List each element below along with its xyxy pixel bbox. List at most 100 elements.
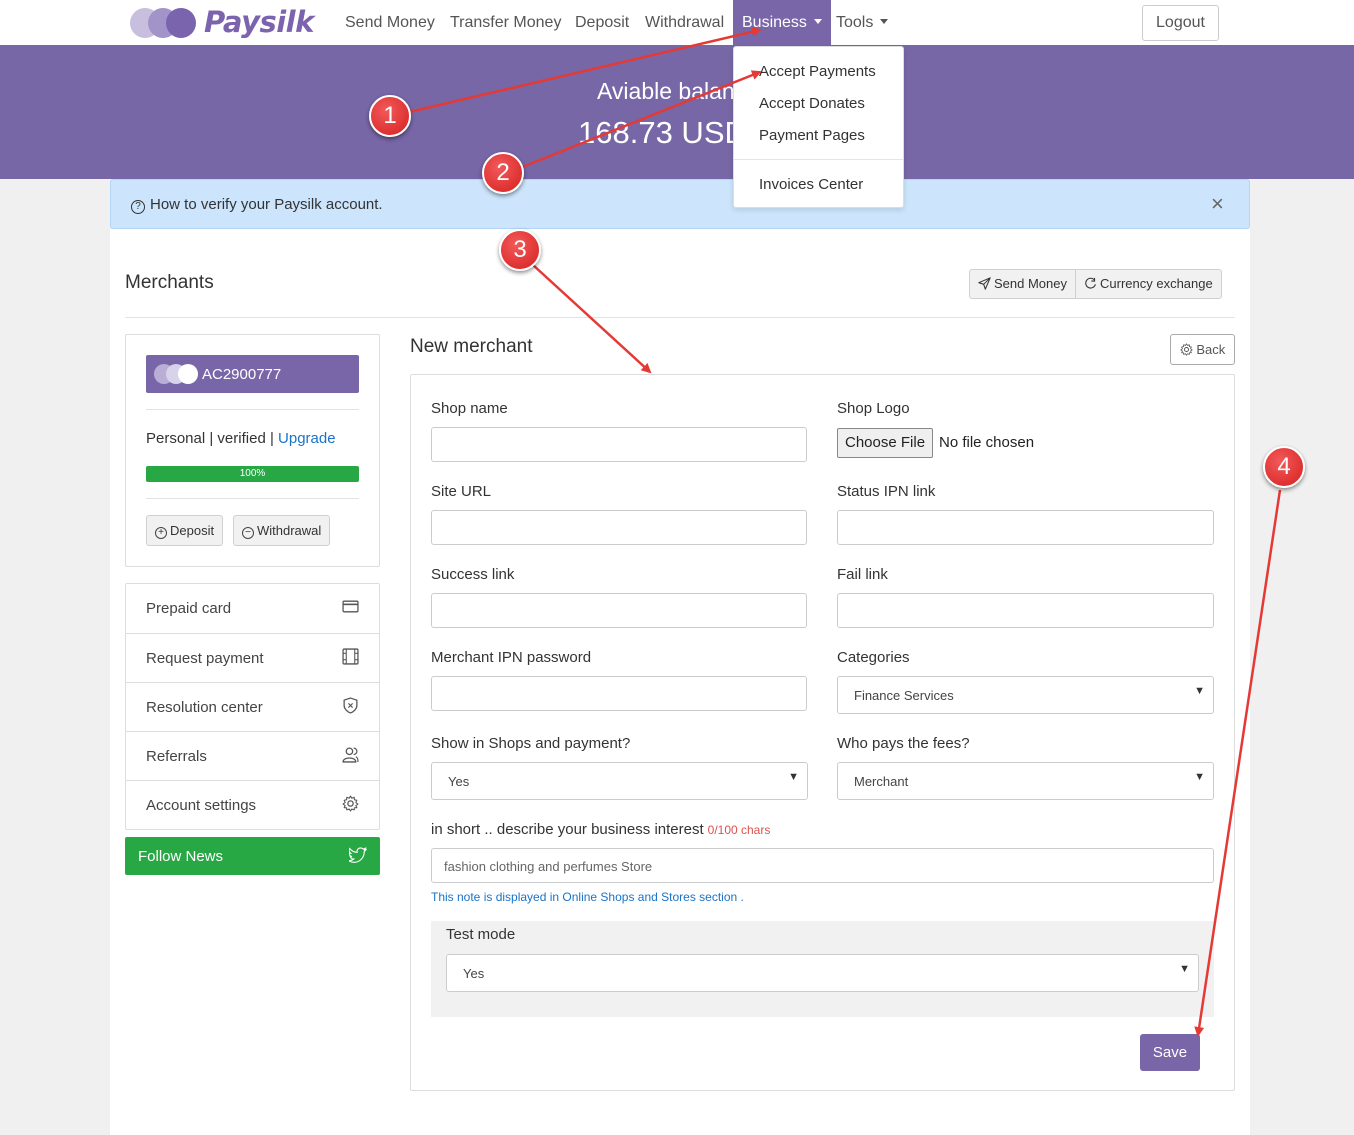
nav-withdrawal[interactable]: Withdrawal [645,0,724,45]
page-title: Merchants [125,272,214,293]
ipn-password-input[interactable] [431,676,807,711]
annotation-marker-3: 3 [499,229,541,271]
no-file-chosen-text: No file chosen [939,434,1035,451]
balance-amount: 168.73 USD [578,115,747,150]
nav-transfer-money[interactable]: Transfer Money [450,0,561,45]
logo-text: Paysilk [204,5,314,39]
balance-banner: Aviable balance 168.73 USD [0,45,1354,179]
show-in-shops-select[interactable]: Yes ▼ [431,762,808,800]
success-link-input[interactable] [431,593,807,628]
verify-alert-link[interactable]: How to verify your Paysilk account. [150,196,383,213]
test-mode-label: Test mode [446,926,516,943]
show-in-shops-label: Show in Shops and payment? [431,735,631,752]
nav-tools-label: Tools [836,14,874,31]
categories-select[interactable]: Finance Services ▼ [837,676,1214,714]
status-ipn-input[interactable] [837,510,1214,545]
new-merchant-title: New merchant [410,336,533,357]
menu-item-accept-payments[interactable]: Accept Payments [759,63,876,80]
withdrawal-label: Withdrawal [257,523,322,538]
sidebar-item-referrals[interactable]: Referrals [126,731,379,780]
categories-label: Categories [837,649,910,666]
annotation-marker-2: 2 [482,152,524,194]
sidebar-item-prepaid-card[interactable]: Prepaid card [126,584,379,633]
gear-icon [1180,343,1193,356]
top-navbar: Paysilk Send Money Transfer Money Deposi… [0,0,1354,45]
save-button[interactable]: Save [1140,1034,1200,1071]
sidebar-item-account-settings[interactable]: Account settings [126,780,379,829]
business-description-input[interactable]: fashion clothing and perfumes Store [431,848,1214,883]
logout-button[interactable]: Logout [1142,5,1219,41]
choose-file-button[interactable]: Choose File [837,428,934,458]
side-menu: Prepaid card Request payment Resolution … [125,583,380,830]
nav-tools[interactable]: Tools [836,0,889,45]
who-pays-select[interactable]: Merchant ▼ [837,762,1214,800]
description-note: This note is displayed in Online Shops a… [431,890,744,904]
ipn-password-label: Merchant IPN password [431,649,592,666]
select-arrow-icon: ▼ [1194,771,1205,783]
close-icon[interactable]: × [1211,193,1224,215]
annotation-marker-4: 4 [1263,446,1305,488]
paysilk-logo[interactable]: Paysilk [130,4,314,40]
sidebar-item-label: Prepaid card [146,600,232,617]
plus-circle-icon: + [155,527,167,539]
chevron-down-icon [813,19,822,24]
send-money-button[interactable]: Send Money [970,270,1075,298]
char-counter: 0/100 chars [707,823,771,837]
divider [125,317,1235,318]
chevron-down-icon [880,19,889,24]
shop-logo-label: Shop Logo [837,400,910,417]
shield-icon [343,697,358,714]
verification-progress: 100% [146,466,359,482]
back-button[interactable]: Back [1170,334,1235,365]
nav-send-money[interactable]: Send Money [345,0,435,45]
sidebar-item-label: Resolution center [146,699,263,716]
fail-link-label: Fail link [837,566,888,583]
divider [146,498,359,499]
describe-label-text: in short .. describe your business inter… [431,821,704,838]
show-in-shops-value: Yes [448,774,470,789]
send-money-label: Send Money [994,276,1067,291]
sidebar-item-label: Request payment [146,650,264,667]
menu-divider [734,159,903,160]
gear-icon [342,795,359,812]
send-icon [978,277,991,290]
shop-name-label: Shop name [431,400,508,417]
who-pays-label: Who pays the fees? [837,735,970,752]
sidebar-item-label: Referrals [146,748,207,765]
menu-item-accept-donates[interactable]: Accept Donates [759,95,865,112]
select-arrow-icon: ▼ [1179,963,1190,975]
account-badge: AC2900777 [146,355,359,393]
who-pays-value: Merchant [854,774,909,789]
fail-link-input[interactable] [837,593,1214,628]
verify-alert: ? How to verify your Paysilk account. × [110,179,1250,229]
withdrawal-button[interactable]: − Withdrawal [233,515,331,546]
account-status: Personal | verified | Upgrade [146,430,336,447]
currency-exchange-button[interactable]: Currency exchange [1075,270,1221,298]
shop-name-input[interactable] [431,427,807,462]
film-icon [342,648,359,665]
account-id: AC2900777 [202,366,282,383]
site-url-label: Site URL [431,483,492,500]
menu-item-payment-pages[interactable]: Payment Pages [759,127,865,144]
currency-exchange-label: Currency exchange [1100,276,1213,291]
sidebar-item-resolution-center[interactable]: Resolution center [126,682,379,731]
logo-circles-icon [130,5,202,39]
new-merchant-form: Shop name Shop Logo Choose File No file … [410,374,1235,1091]
profile-card: AC2900777 Personal | verified | Upgrade … [125,334,380,567]
upgrade-link[interactable]: Upgrade [278,430,336,447]
menu-item-invoices-center[interactable]: Invoices Center [759,176,863,193]
follow-news-label: Follow News [138,848,224,865]
site-url-input[interactable] [431,510,807,545]
nav-deposit[interactable]: Deposit [575,0,629,45]
twitter-icon [349,847,367,863]
back-label: Back [1196,342,1226,357]
deposit-button[interactable]: + Deposit [146,515,224,546]
follow-news-button[interactable]: Follow News [125,837,380,875]
describe-label: in short .. describe your business inter… [431,821,770,838]
nav-business[interactable]: Business [733,0,831,45]
credit-card-icon [342,600,359,613]
nav-business-label: Business [742,14,807,31]
test-mode-select[interactable]: Yes ▼ [446,954,1199,992]
annotation-marker-1: 1 [369,95,411,137]
sidebar-item-request-payment[interactable]: Request payment [126,633,379,682]
